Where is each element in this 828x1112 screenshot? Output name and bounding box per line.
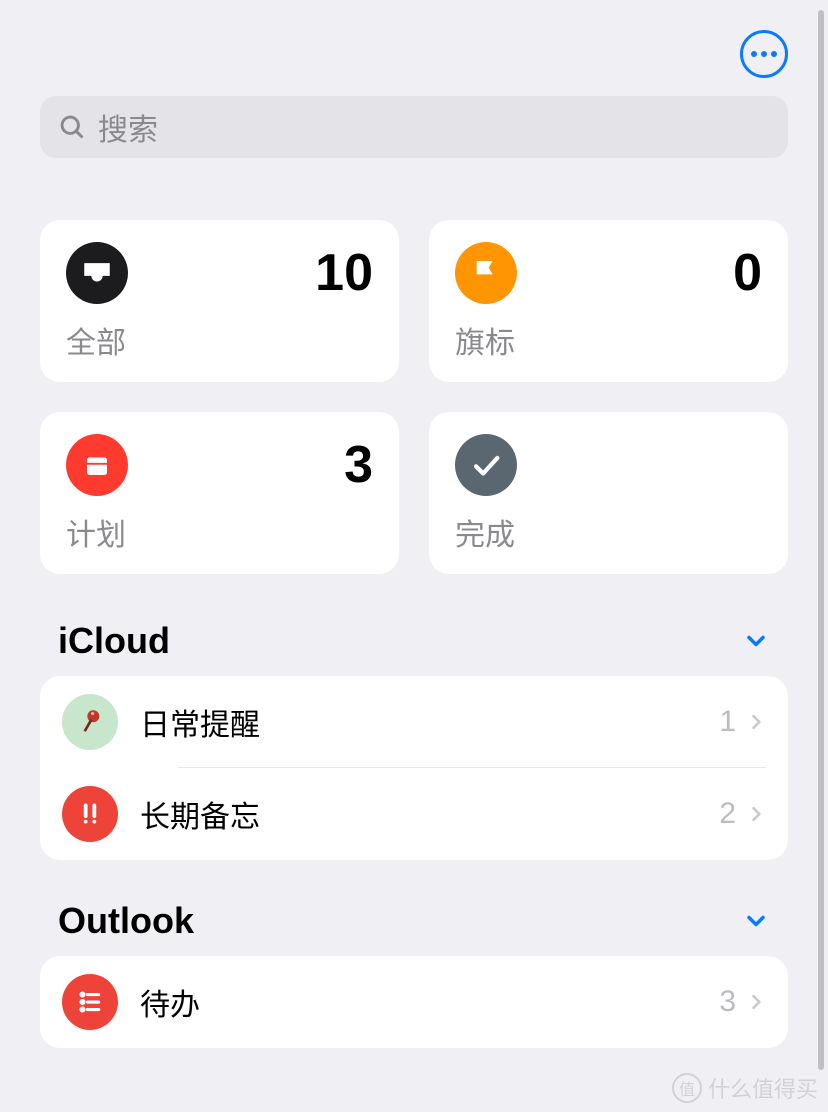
smart-lists-grid: 10 全部 0 旗标 3 计划 [40,220,788,574]
top-bar [40,0,788,96]
pin-icon [62,694,118,750]
checkmark-icon [455,434,517,496]
card-scheduled[interactable]: 3 计划 [40,412,399,574]
watermark: 值 什么值得买 [672,1072,818,1104]
section-header-icloud[interactable]: iCloud [40,620,788,676]
card-done-label: 完成 [455,510,762,554]
card-flagged-label: 旗标 [455,318,762,362]
card-done[interactable]: 完成 [429,412,788,574]
search-input[interactable]: 搜索 [40,96,788,158]
section-title-icloud: iCloud [58,620,170,662]
list-item-daily-count: 1 [719,705,736,739]
list-item-longterm-count: 2 [719,797,736,831]
list-item-todo-count: 3 [719,985,736,1019]
list-item-todo[interactable]: 待办 3 [40,956,788,1048]
card-flagged[interactable]: 0 旗标 [429,220,788,382]
card-flagged-count: 0 [733,243,762,303]
chevron-down-icon [742,907,770,935]
list-bullets-icon [62,974,118,1030]
scrollbar[interactable] [818,10,824,1070]
section-title-outlook: Outlook [58,900,194,942]
list-item-daily-label: 日常提醒 [140,700,697,744]
calendar-icon [66,434,128,496]
search-icon [58,113,86,141]
list-item-daily[interactable]: 日常提醒 1 [40,676,788,768]
list-group-icloud: 日常提醒 1 长期备忘 2 [40,676,788,860]
more-icon [751,51,757,57]
inbox-icon [66,242,128,304]
chevron-down-icon [742,627,770,655]
card-all-label: 全部 [66,318,373,362]
chevron-right-icon [746,800,766,828]
chevron-right-icon [746,708,766,736]
search-placeholder: 搜索 [98,105,158,149]
chevron-right-icon [746,988,766,1016]
list-item-todo-label: 待办 [140,980,697,1024]
card-scheduled-count: 3 [344,435,373,495]
list-item-longterm[interactable]: 长期备忘 2 [40,768,788,860]
flag-icon [455,242,517,304]
card-scheduled-label: 计划 [66,510,373,554]
list-group-outlook: 待办 3 [40,956,788,1048]
card-all-count: 10 [315,243,373,303]
card-all[interactable]: 10 全部 [40,220,399,382]
section-header-outlook[interactable]: Outlook [40,900,788,956]
more-button[interactable] [740,30,788,78]
exclamation-icon [62,786,118,842]
list-item-longterm-label: 长期备忘 [140,792,697,836]
